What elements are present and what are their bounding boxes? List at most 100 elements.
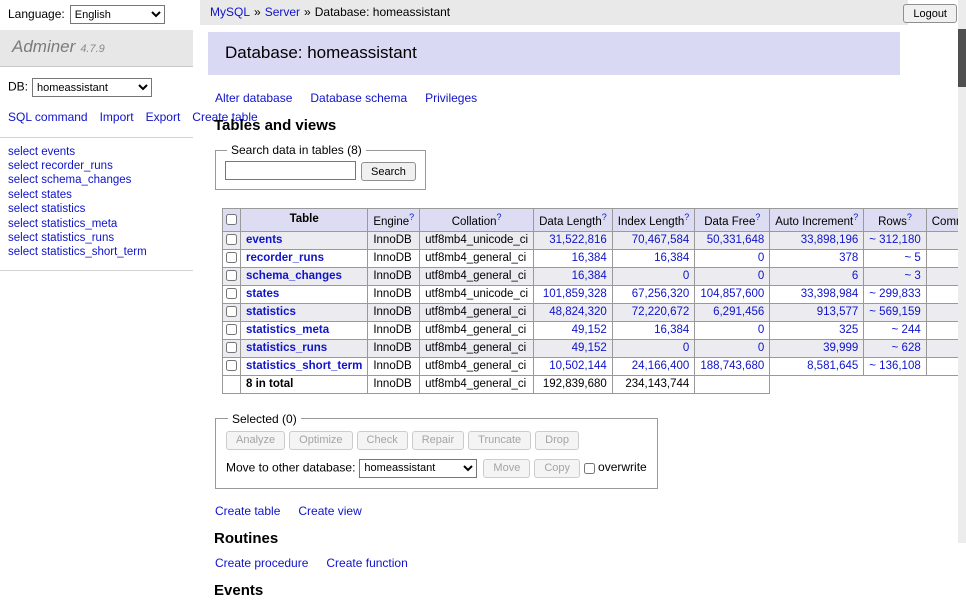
action-privileges-link[interactable]: Privileges [425,91,477,105]
value-101-859-328-link[interactable]: 101,859,328 [543,288,607,300]
row-checkbox[interactable] [226,324,237,335]
value-6-291-456-link[interactable]: 6,291,456 [713,306,764,318]
table-states-link[interactable]: states [246,288,279,300]
drop-button[interactable]: Drop [535,431,579,450]
help-icon[interactable]: ? [409,212,414,222]
value-8-581-645-link[interactable]: 8,581,645 [807,360,858,372]
table-recorder-runs-link[interactable]: recorder_runs [246,252,324,264]
value-299-833-link[interactable]: ~ 299,833 [869,288,920,300]
vertical-scrollbar[interactable] [958,0,966,543]
table-statistics-runs-link[interactable]: statistics_runs [246,342,327,354]
row-checkbox[interactable] [226,342,237,353]
row-checkbox[interactable] [226,360,237,371]
analyze-button[interactable]: Analyze [226,431,285,450]
value-16-384-link[interactable]: 16,384 [572,270,607,282]
value-5-link[interactable]: ~ 5 [904,252,920,264]
table-statistics-link[interactable]: statistics [246,306,296,318]
action-create-table-link[interactable]: Create table [215,504,280,518]
row-checkbox[interactable] [226,306,237,317]
sidebar-select-statistics-link[interactable]: select statistics [8,203,85,215]
value-569-159-link[interactable]: ~ 569,159 [869,306,920,318]
logout-button[interactable]: Logout [903,4,957,23]
value-48-824-320-link[interactable]: 48,824,320 [549,306,607,318]
value-0-link[interactable]: 0 [683,270,689,282]
sidebar-export-link[interactable]: Export [146,110,181,124]
routine-create-procedure-link[interactable]: Create procedure [215,556,308,570]
copy-button[interactable]: Copy [534,459,580,478]
language-select[interactable]: English [70,5,165,24]
value-16-384-link[interactable]: 16,384 [572,252,607,264]
value-39-999-link[interactable]: 39,999 [823,342,858,354]
db-select[interactable]: homeassistant [32,78,152,97]
sidebar-sql-command-link[interactable]: SQL command [8,110,88,124]
row-checkbox[interactable] [226,288,237,299]
value-0-link[interactable]: 0 [683,342,689,354]
sidebar-select-events-link[interactable]: select events [8,146,75,158]
optimize-button[interactable]: Optimize [289,431,352,450]
sidebar-select-statistics-runs-link[interactable]: select statistics_runs [8,232,114,244]
value-913-577-link[interactable]: 913,577 [817,306,859,318]
sidebar-select-states-link[interactable]: select states [8,189,72,201]
value-33-398-984-link[interactable]: 33,398,984 [801,288,859,300]
search-button[interactable]: Search [361,162,416,181]
scrollbar-thumb[interactable] [958,29,966,87]
action-database-schema-link[interactable]: Database schema [310,91,407,105]
value-312-180-link[interactable]: ~ 312,180 [869,234,920,246]
sidebar-select-recorder-runs-link[interactable]: select recorder_runs [8,160,113,172]
value-136-108-link[interactable]: ~ 136,108 [869,360,920,372]
action-create-view-link[interactable]: Create view [298,504,361,518]
value-50-331-648-link[interactable]: 50,331,648 [707,234,765,246]
value-244-link[interactable]: ~ 244 [892,324,921,336]
value-10-502-144-link[interactable]: 10,502,144 [549,360,607,372]
move-database-select[interactable]: homeassistant [359,459,477,478]
sidebar-select-schema-changes-link[interactable]: select schema_changes [8,174,131,186]
value-378-link[interactable]: 378 [839,252,858,264]
value-628-link[interactable]: ~ 628 [892,342,921,354]
value-49-152-link[interactable]: 49,152 [572,342,607,354]
row-checkbox[interactable] [226,234,237,245]
action-alter-database-link[interactable]: Alter database [215,91,292,105]
search-input[interactable] [225,161,356,180]
routine-create-function-link[interactable]: Create function [326,556,407,570]
value-70-467-584-link[interactable]: 70,467,584 [632,234,690,246]
table-events-link[interactable]: events [246,234,282,246]
select-all-checkbox[interactable] [226,214,237,225]
check-button[interactable]: Check [357,431,408,450]
truncate-button[interactable]: Truncate [468,431,531,450]
value-24-166-400-link[interactable]: 24,166,400 [632,360,690,372]
help-icon[interactable]: ? [907,212,912,222]
help-icon[interactable]: ? [684,212,689,222]
table-schema-changes-link[interactable]: schema_changes [246,270,342,282]
value-0-link[interactable]: 0 [758,270,764,282]
value-0-link[interactable]: 0 [758,252,764,264]
sidebar-select-statistics-short-term-link[interactable]: select statistics_short_term [8,246,147,258]
value-6-link[interactable]: 6 [852,270,858,282]
value-72-220-672-link[interactable]: 72,220,672 [632,306,690,318]
breadcrumb-mysql-link[interactable]: MySQL [210,5,250,19]
sidebar-select-statistics-meta-link[interactable]: select statistics_meta [8,218,117,230]
help-icon[interactable]: ? [853,212,858,222]
value-0-link[interactable]: 0 [758,342,764,354]
row-checkbox[interactable] [226,252,237,263]
value-49-152-link[interactable]: 49,152 [572,324,607,336]
value-0-link[interactable]: 0 [758,324,764,336]
repair-button[interactable]: Repair [412,431,464,450]
sidebar-import-link[interactable]: Import [100,110,134,124]
table-statistics-short-term-link[interactable]: statistics_short_term [246,360,362,372]
breadcrumb-server-link[interactable]: Server [265,5,300,19]
value-31-522-816-link[interactable]: 31,522,816 [549,234,607,246]
value-104-857-600-link[interactable]: 104,857,600 [700,288,764,300]
help-icon[interactable]: ? [602,212,607,222]
value-33-898-196-link[interactable]: 33,898,196 [801,234,859,246]
value-16-384-link[interactable]: 16,384 [654,252,689,264]
row-checkbox[interactable] [226,270,237,281]
value-16-384-link[interactable]: 16,384 [654,324,689,336]
table-statistics-meta-link[interactable]: statistics_meta [246,324,329,336]
help-icon[interactable]: ? [496,212,501,222]
help-icon[interactable]: ? [755,212,760,222]
value-67-256-320-link[interactable]: 67,256,320 [632,288,690,300]
value-3-link[interactable]: ~ 3 [904,270,920,282]
value-188-743-680-link[interactable]: 188,743,680 [700,360,764,372]
move-button[interactable]: Move [483,459,530,478]
value-325-link[interactable]: 325 [839,324,858,336]
